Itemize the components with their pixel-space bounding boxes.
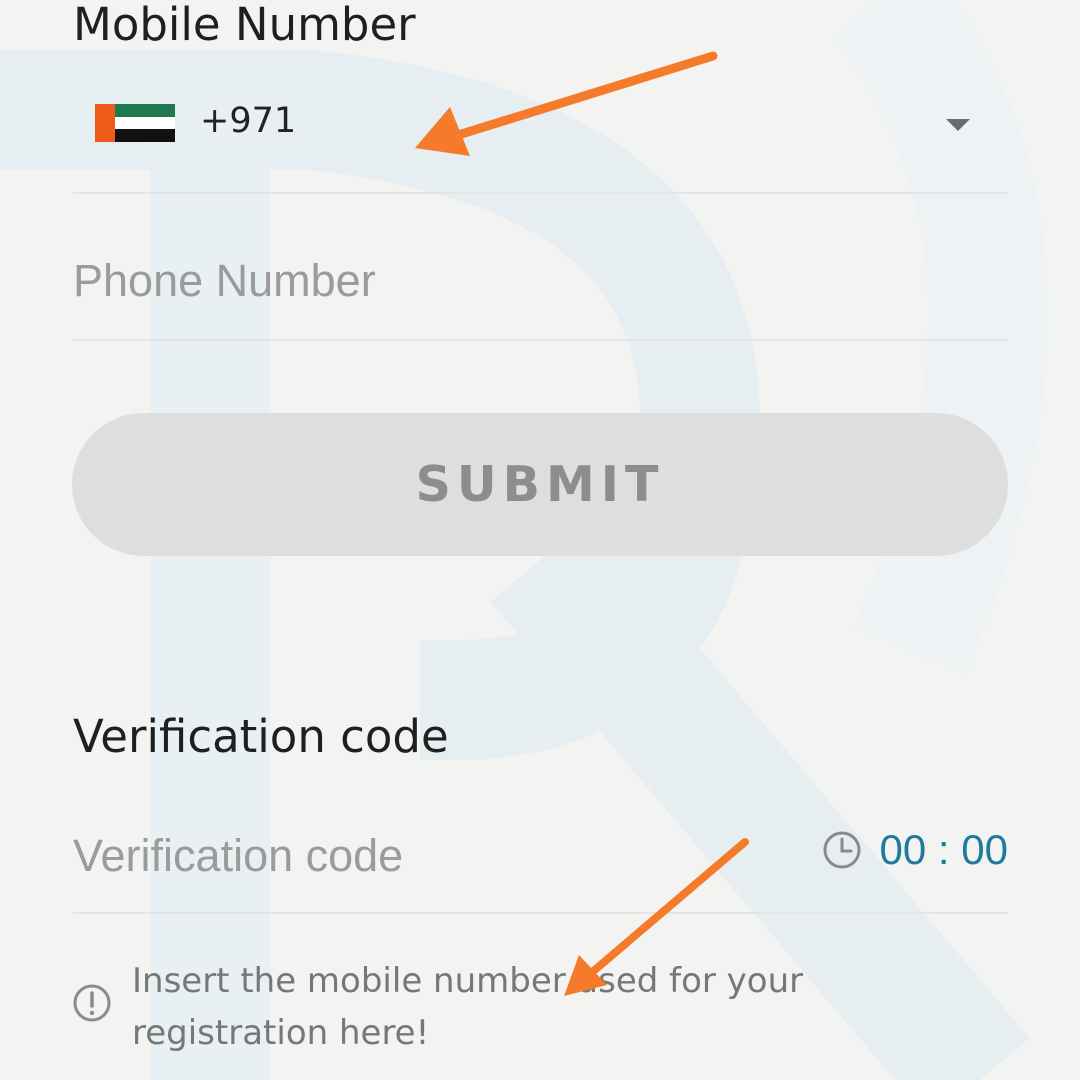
phone-number-field-row [73, 222, 1008, 341]
phone-number-input[interactable] [73, 222, 793, 339]
timer-value: 00 : 00 [879, 826, 1008, 873]
country-code-selector[interactable]: +971 [73, 70, 1008, 194]
verification-code-input[interactable] [73, 800, 793, 912]
hint-text: Insert the mobile number used for your r… [132, 961, 804, 1053]
chevron-down-icon[interactable] [946, 119, 970, 131]
submit-button[interactable]: SUBMIT [72, 413, 1008, 556]
alert-circle-icon [73, 984, 111, 1022]
country-code-value: +971 [200, 101, 297, 141]
mobile-number-title: Mobile Number [73, 0, 416, 51]
verification-code-field-row: 00 : 00 [73, 800, 1008, 914]
clock-icon [823, 831, 861, 869]
verification-code-title: Verification code [73, 710, 449, 763]
uae-flag-icon [95, 104, 175, 142]
verification-timer: 00 : 00 [822, 829, 1008, 871]
